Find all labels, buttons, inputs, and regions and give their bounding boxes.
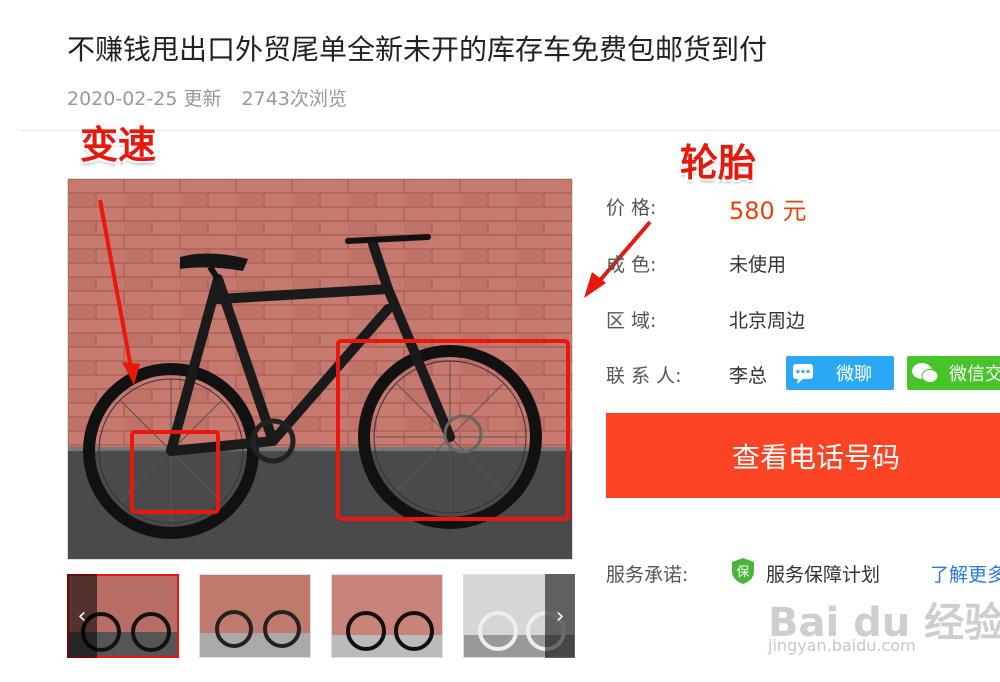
price-label: 价 格: [606,197,657,219]
thumbnail-3[interactable] [331,574,443,658]
condition-label: 成 色: [606,254,657,276]
contact-label: 联 系 人: [606,365,682,387]
contact-value: 李总 [729,365,768,387]
wechat-button-label: 微信交 [949,364,1000,385]
wechat-icon [912,363,939,383]
region-label: 区 域: [606,310,657,332]
chat-button-label: 微聊 [836,364,872,385]
condition-value: 未使用 [729,254,787,276]
shield-char: 保 [736,565,749,580]
annotation-shift-label: 变速 [80,123,157,167]
annotation-tire-label: 轮胎 [680,141,757,185]
region-value: 北京周边 [729,310,806,332]
thumbnail-2[interactable] [199,574,311,658]
chevron-right-icon: › [555,603,565,629]
view-phone-button[interactable]: 查看电话号码 [606,413,1000,498]
chat-button[interactable]: 微聊 [786,356,894,390]
prev-thumbnail-arrow[interactable]: ‹ [67,574,97,658]
thumbnail-image [332,575,442,657]
next-thumbnail-arrow[interactable]: › [545,574,575,658]
baidu-watermark-url: jingyan.baidu.com [768,636,916,655]
chevron-left-icon: ‹ [77,603,87,629]
service-plan: 服务保障计划 [766,564,881,586]
service-promise-label: 服务承诺: [606,564,689,586]
thumbnail-image [200,575,310,657]
price-value: 580 元 [729,197,807,225]
shield-icon: 保 [731,557,755,585]
chat-bubble-icon [793,364,813,384]
learn-more-link[interactable]: 了解更多 [930,560,1000,587]
wechat-button[interactable]: 微信交 [907,356,1000,390]
